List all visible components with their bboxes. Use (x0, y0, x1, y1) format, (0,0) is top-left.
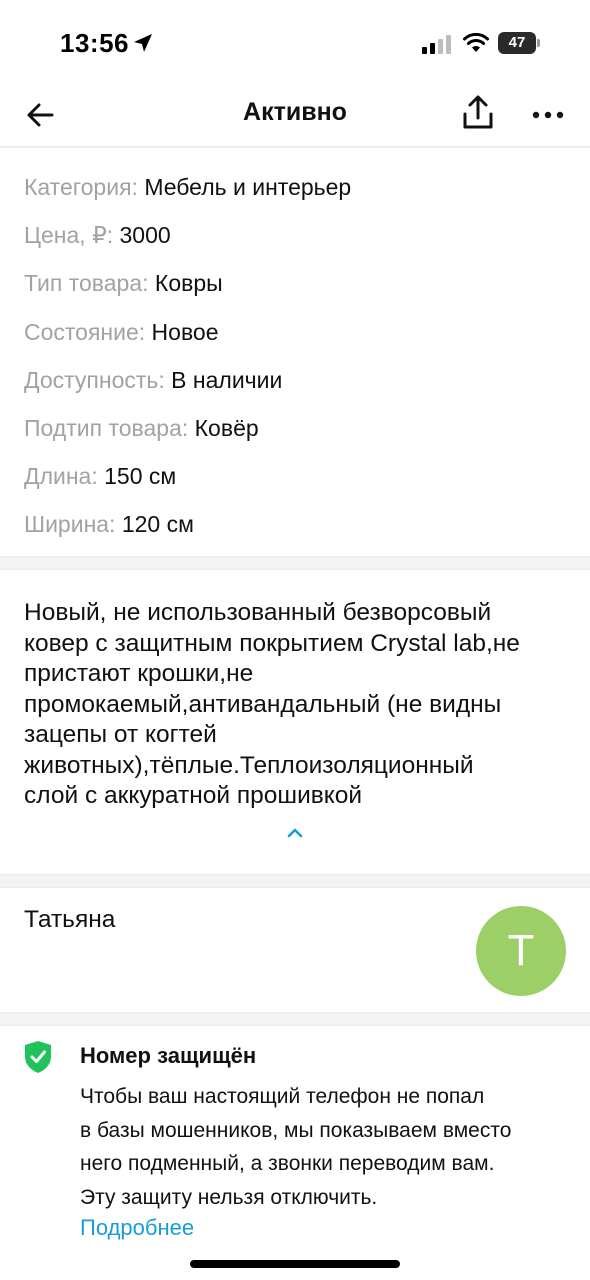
battery-level: 47 (508, 34, 526, 51)
more-horizontal-icon[interactable] (530, 100, 566, 130)
description-line: Новый, не использованный безворсовый (24, 599, 492, 626)
params-list: Категория: Мебель и интерьер Цена, ₽: 30… (24, 170, 574, 556)
description-line: зацепы от когтей (24, 721, 217, 748)
battery-icon: 47 (498, 32, 540, 54)
signal-icon (422, 35, 451, 54)
param-value: 150 см (104, 463, 177, 490)
param-row: Цена, ₽: 3000 (24, 218, 574, 266)
status-time: 13:56 (60, 28, 129, 58)
param-row: Доступность: В наличии (24, 363, 574, 411)
param-row: Ширина: 120 см (24, 507, 574, 555)
param-key: Длина: (24, 463, 98, 490)
param-row: Состояние: Новое (24, 315, 574, 363)
protection-line: Чтобы ваш настоящий телефон не попал (80, 1085, 485, 1108)
section-separator (0, 556, 590, 570)
param-key: Ширина: (24, 511, 116, 538)
share-icon[interactable] (460, 94, 496, 132)
param-key: Состояние: (24, 318, 146, 345)
param-key: Тип товара: (24, 270, 149, 297)
description-line: животных),тёплые.Теплоизоляционный (24, 751, 474, 779)
chevron-up-icon[interactable] (285, 826, 305, 840)
protection-title: Номер защищён (80, 1043, 257, 1068)
location-arrow-icon (134, 34, 152, 52)
section-separator (0, 1012, 590, 1026)
param-value: Ковёр (194, 414, 259, 441)
param-value: Ковры (154, 270, 223, 297)
description-line: пристают крошки,не (24, 660, 254, 687)
protection-text: Чтобы ваш настоящий телефон не попал в б… (80, 1080, 570, 1214)
param-value: В наличии (171, 366, 283, 393)
more-info-link[interactable]: Подробнее (80, 1215, 194, 1241)
param-row: Подтип товара: Ковёр (24, 411, 574, 459)
param-value: 3000 (119, 222, 171, 249)
protection-line: в базы мошенников, мы показываем вместо (80, 1118, 512, 1142)
protection-line: него подменный, а звонки переводим вам. (80, 1152, 495, 1175)
param-row: Длина: 150 см (24, 459, 574, 507)
description-line: промокаемый,антивандальный (не видны (24, 690, 502, 718)
param-row: Тип товара: Ковры (24, 266, 574, 314)
seller-name[interactable]: Татьяна (24, 906, 115, 934)
description-line: ковер с защитным покрытием Crystal lab,н… (24, 629, 520, 657)
description-line: слой с аккуратной прошивкой (24, 782, 363, 809)
page-title: Активно (243, 98, 347, 126)
param-value: 120 см (121, 511, 194, 538)
param-value: Мебель и интерьер (144, 174, 352, 200)
description-text: Новый, не использованный безворсовый ков… (24, 598, 570, 812)
param-key: Доступность: (24, 366, 165, 393)
param-key: Категория: (24, 174, 138, 200)
section-separator (0, 874, 590, 888)
wifi-icon (463, 32, 489, 52)
protection-line: Эту защиту нельзя отключить. (80, 1185, 378, 1209)
divider (0, 146, 590, 148)
nav-bar: Активно (0, 88, 590, 144)
param-value: Новое (151, 318, 219, 345)
param-key: Подтип товара: (24, 414, 189, 441)
param-row: Категория: Мебель и интерьер (24, 170, 574, 218)
shield-check-icon (25, 1041, 51, 1073)
param-key: Цена, ₽: (24, 222, 114, 249)
home-indicator[interactable] (190, 1260, 400, 1268)
avatar[interactable]: Т (476, 906, 566, 996)
status-bar: 13:56 47 (0, 0, 590, 88)
